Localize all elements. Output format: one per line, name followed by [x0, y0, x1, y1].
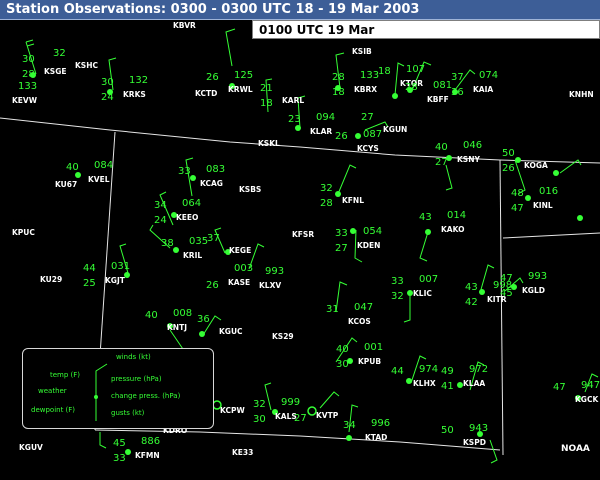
legend-barb	[94, 363, 108, 421]
colorado-eastern-border	[499, 159, 504, 456]
time-label: 0100 UTC 19 Mar	[252, 20, 600, 39]
calm-circles	[212, 400, 317, 416]
plot-legend: winds (kt) temp (F) pressure (hPa) weath…	[22, 348, 214, 429]
nebraska-kansas-border	[502, 232, 600, 239]
map-title: Station Observations: 0300 - 0300 UTC 18…	[0, 0, 600, 20]
colorado-southern-border	[94, 429, 501, 451]
noaa-credit: NOAA	[561, 444, 590, 454]
